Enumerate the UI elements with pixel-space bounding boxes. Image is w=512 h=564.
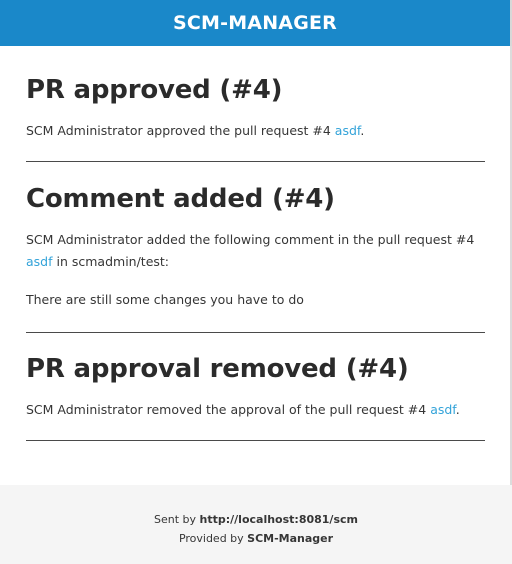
divider [26,161,485,162]
text-after: in scmadmin/test: [52,254,170,269]
text-before: SCM Administrator added the following co… [26,232,475,247]
section-pr-approved: PR approved (#4) SCM Administrator appro… [26,74,485,142]
notification-body: PR approved (#4) SCM Administrator appro… [0,46,512,485]
divider [26,332,485,333]
section-title: PR approval removed (#4) [26,354,409,384]
comment-text: There are still some changes you have to… [26,292,304,307]
provided-by-name: SCM-Manager [247,532,334,545]
divider [26,440,485,441]
app-title: SCM-MANAGER [172,12,338,34]
provided-by-line: Provided by SCM-Manager [0,531,512,547]
footer: Sent by http://localhost:8081/scm Provid… [0,485,512,564]
text-after: . [360,123,365,138]
section-text: SCM Administrator approved the pull requ… [26,120,485,142]
section-title: Comment added (#4) [26,184,335,214]
text-before: SCM Administrator removed the approval o… [26,402,431,417]
section-text: SCM Administrator removed the approval o… [26,399,485,421]
text-after: . [455,402,460,417]
section-title: PR approved (#4) [26,75,283,105]
section-text: SCM Administrator added the following co… [26,229,485,273]
email-page: SCM-MANAGER PR approved (#4) SCM Adminis… [0,0,512,564]
text-before: SCM Administrator approved the pull requ… [26,123,335,138]
sent-by-line: Sent by http://localhost:8081/scm [0,512,512,528]
pull-request-link[interactable]: asdf [430,402,456,417]
sent-by-url: http://localhost:8081/scm [199,513,358,526]
section-pr-approval-removed: PR approval removed (#4) SCM Administrat… [26,353,485,421]
pull-request-link[interactable]: asdf [26,254,53,269]
provided-by-prefix: Provided by [178,532,248,545]
header-bar: SCM-MANAGER [0,0,512,46]
sent-by-prefix: Sent by [154,513,200,526]
section-comment-added: Comment added (#4) SCM Administrator add… [26,183,485,311]
pull-request-link[interactable]: asdf [335,123,361,138]
